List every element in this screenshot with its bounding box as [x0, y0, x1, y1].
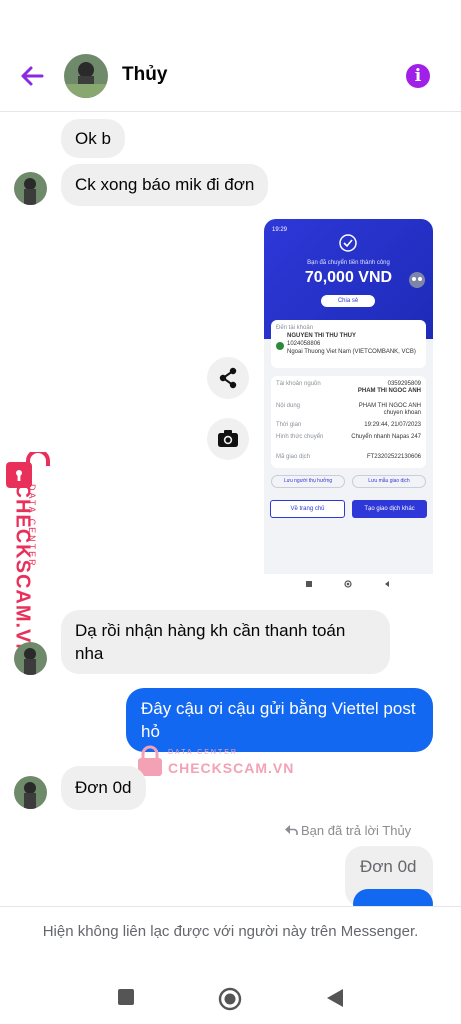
mascot-icon [409, 272, 425, 288]
reply-icon [285, 825, 298, 835]
message-bubble[interactable]: Dạ rồi nhận hàng kh cần thanh toán nha [61, 610, 390, 674]
back-arrow-icon[interactable] [16, 60, 48, 92]
chat-header: Thủy i [0, 40, 461, 112]
reply-note-text: Bạn đã trả lời Thủy [301, 823, 412, 838]
sender-avatar[interactable] [14, 642, 47, 675]
receipt-share-button: Chia sẻ [321, 295, 375, 307]
watermark-center: DATA CENTER CHECKSCAM.VN [136, 745, 306, 779]
back-triangle-icon[interactable] [325, 987, 345, 1009]
home-button-label: Về trang chủ [290, 506, 325, 512]
watermark-center-brand: CHECKSCAM.VN [168, 760, 295, 776]
status-time: 19:29 [272, 227, 288, 233]
source-label: Tài khoản nguồn [276, 381, 321, 387]
recipient-name: NGUYEN THI THU THUY [287, 333, 356, 339]
recipient-account: 1024058806 [287, 341, 321, 347]
message-bubble[interactable]: Đơn 0d [61, 766, 146, 810]
watermark-center-tagline: DATA CENTER [168, 749, 238, 756]
share-image-button[interactable] [207, 357, 249, 399]
save-template-label: Lưu mẫu giao dịch [368, 478, 410, 484]
recipient-bank: Ngoai Thuong Viet Nam (VIETCOMBANK, VCB) [287, 349, 416, 355]
recents-square-icon[interactable] [116, 987, 136, 1007]
shared-image-receipt[interactable]: 19:29 Bạn đã chuyển tiền thành công 70,0… [264, 219, 433, 595]
transaction-details-card: Tài khoản nguồn 0359295809 PHAM THI NGOC… [271, 376, 426, 468]
camera-button[interactable] [207, 418, 249, 460]
share-icon [219, 367, 237, 389]
receipt-nav-bar [264, 574, 433, 595]
txn-value: FT23202522130606 [366, 454, 421, 460]
home-circle-icon[interactable] [218, 987, 242, 1011]
save-beneficiary-label: Lưu người thụ hưởng [283, 478, 333, 484]
source-name: PHAM THI NGOC ANH [357, 388, 421, 394]
sender-avatar[interactable] [14, 776, 47, 809]
footer-bar: Hiện không liên lạc được với người này t… [0, 906, 461, 1024]
recipient-label: Đến tài khoản [276, 325, 314, 331]
message-bubble[interactable]: Ck xong báo mik đi đơn [61, 164, 269, 206]
watermark-tagline: DATA CENTER [27, 484, 37, 568]
content-value: PHAM THI NGOC ANH chuyen khoan [358, 403, 421, 416]
method-label: Hình thức chuyển [276, 434, 324, 440]
info-icon[interactable]: i [406, 64, 430, 88]
recipient-card: Đến tài khoản NGUYEN THI THU THUY 102405… [271, 320, 426, 368]
bank-logo-icon [276, 342, 284, 350]
method-value: Chuyển nhanh Napas 247 [351, 434, 421, 440]
txn-label: Mã giao dịch [276, 454, 311, 460]
source-account: 0359295809 [387, 381, 421, 387]
message-bubble-outgoing[interactable]: Đây cậu ơi cậu gửi bằng Viettel post hỏ [126, 688, 433, 752]
home-button: Về trang chủ [270, 500, 345, 518]
sender-avatar[interactable] [14, 172, 47, 205]
content-label: Nội dung [276, 403, 301, 409]
success-check-icon [339, 234, 357, 252]
nav-back-icon [385, 581, 389, 587]
save-beneficiary-button: Lưu người thụ hưởng [271, 475, 345, 488]
quoted-message-text: Đơn 0d [360, 857, 417, 876]
share-label: Chia sẻ [337, 298, 359, 304]
reply-note: Bạn đã trả lời Thủy [284, 823, 411, 838]
save-template-button: Lưu mẫu giao dịch [352, 475, 426, 488]
time-label: Thời gian [276, 422, 302, 428]
watermark-side: CHECKSCAM.VN DATA CENTER [2, 449, 52, 659]
new-transaction-label: Tạo giao dịch khác [364, 506, 415, 512]
unavailable-notice: Hiện không liên lạc được với người này t… [42, 923, 419, 940]
camera-icon [218, 430, 238, 447]
time-value: 19:29:44, 21/07/2023 [364, 422, 421, 428]
receipt-amount: 70,000 VND [304, 269, 393, 286]
receipt-headline: Bạn đã chuyển tiền thành công [307, 260, 390, 266]
message-bubble[interactable]: Ok b [61, 119, 125, 158]
nav-square-icon [306, 581, 312, 587]
contact-name[interactable]: Thủy [122, 64, 167, 86]
new-transaction-button: Tạo giao dịch khác [352, 500, 427, 518]
nav-home-icon [344, 580, 352, 588]
contact-avatar[interactable] [64, 54, 108, 98]
